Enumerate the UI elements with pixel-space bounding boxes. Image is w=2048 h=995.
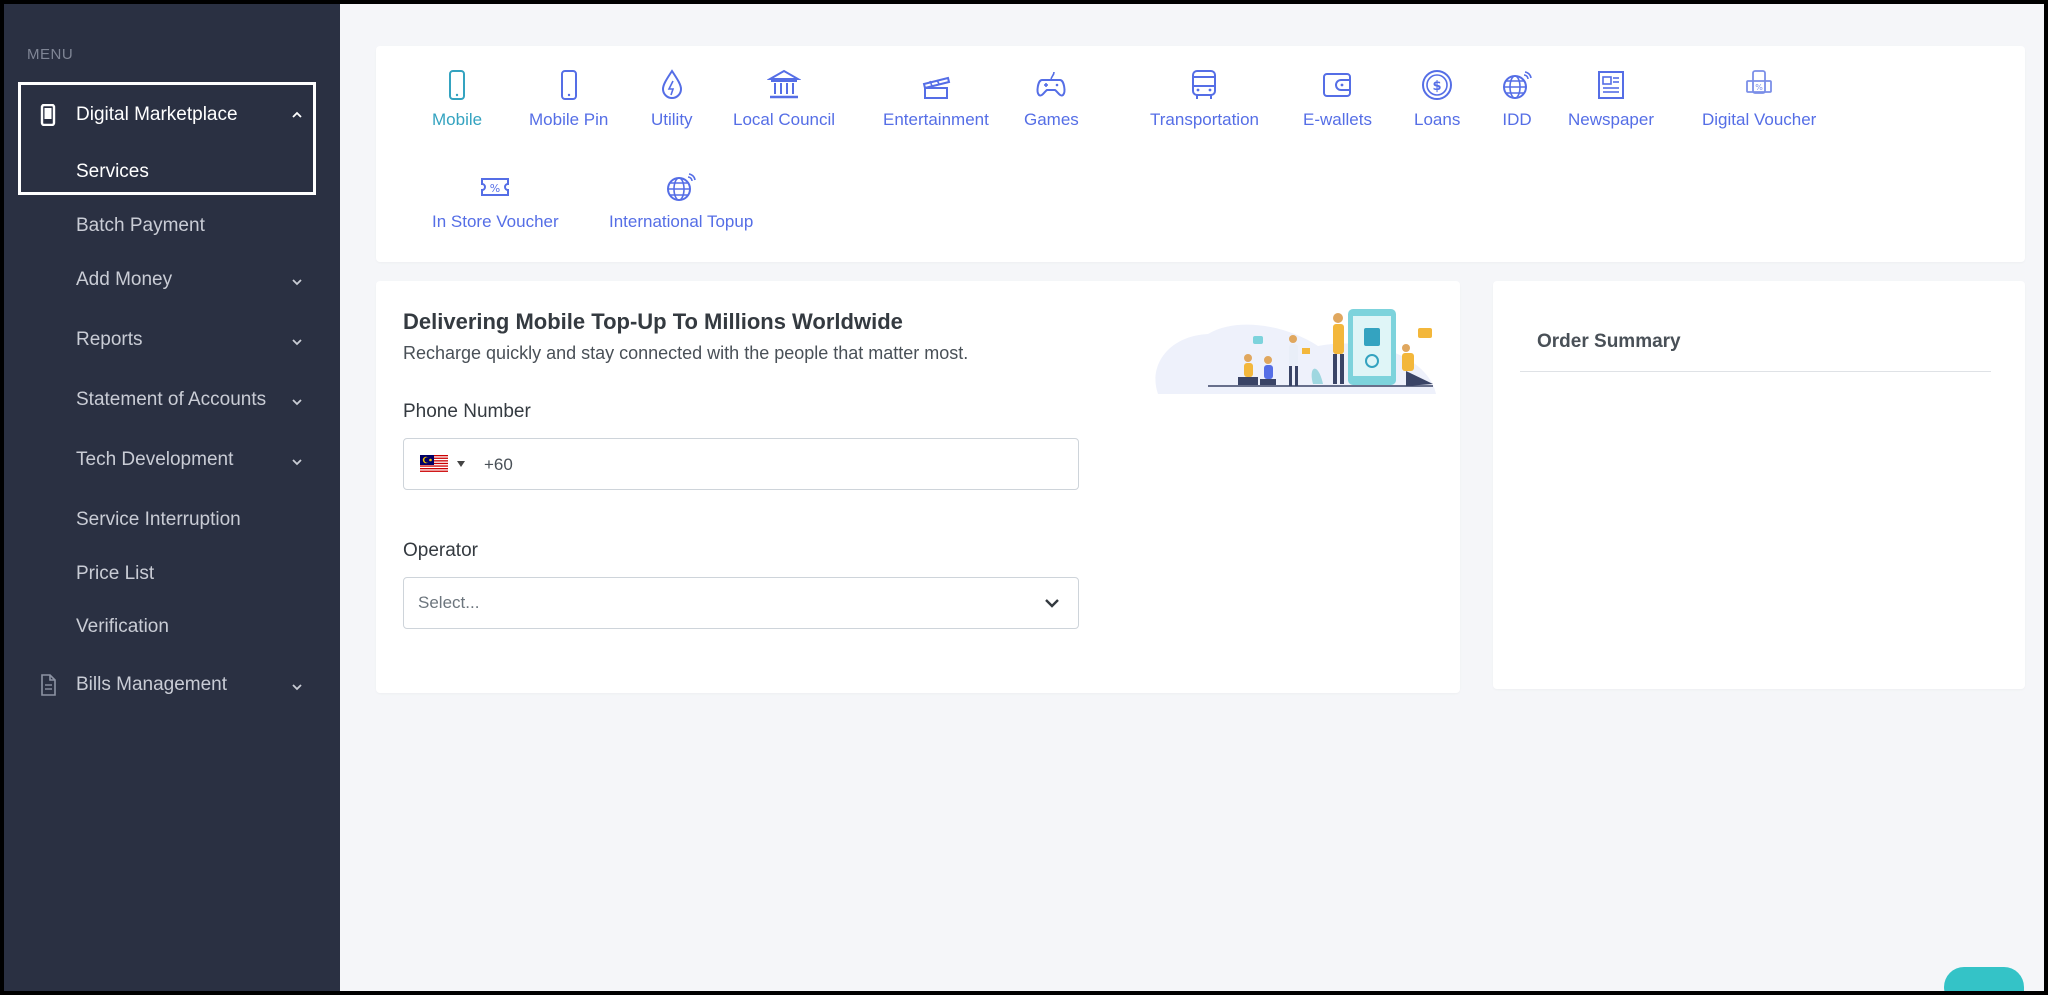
- main-content: Mobile Mobile Pin Utility Local Council …: [340, 4, 2044, 991]
- dollar-coin-icon: $: [1422, 70, 1453, 100]
- chevron-down-icon: [292, 279, 302, 286]
- app-window: MENU Digital Marketplace Services Batch …: [4, 4, 2044, 991]
- menu-title: MENU: [27, 46, 74, 63]
- newspaper-icon: [1598, 71, 1624, 99]
- service-label: Local Council: [733, 110, 836, 129]
- order-summary-title: Order Summary: [1537, 331, 1681, 352]
- service-utility[interactable]: Utility: [651, 68, 693, 130]
- sidebar-item-label: Digital Marketplace: [76, 104, 238, 125]
- chevron-down-icon: [292, 339, 302, 346]
- sidebar-item-label: Price List: [76, 563, 155, 584]
- service-games[interactable]: Games: [1024, 68, 1079, 130]
- service-digital-voucher[interactable]: % Digital Voucher: [1702, 68, 1816, 130]
- sidebar-item-digital-marketplace[interactable]: Digital Marketplace: [4, 95, 340, 135]
- chevron-down-icon: [1045, 599, 1059, 608]
- service-idd[interactable]: IDD: [1500, 68, 1534, 130]
- sidebar-item-service-interruption[interactable]: Service Interruption: [4, 500, 340, 540]
- service-local-council[interactable]: Local Council: [733, 68, 835, 130]
- svg-text:$: $: [1433, 79, 1442, 94]
- svg-text:%: %: [490, 182, 500, 195]
- entertainment-icon: [922, 76, 951, 99]
- sidebar-item-verification[interactable]: Verification: [4, 607, 340, 647]
- services-card: Mobile Mobile Pin Utility Local Council …: [376, 46, 2025, 262]
- service-label: IDD: [1502, 110, 1532, 129]
- service-label: In Store Voucher: [432, 212, 559, 231]
- wallet-icon: [1323, 73, 1352, 97]
- sidebar: MENU Digital Marketplace Services Batch …: [4, 4, 340, 991]
- sidebar-item-label: Service Interruption: [76, 509, 241, 530]
- service-label: E-wallets: [1303, 110, 1372, 129]
- chevron-down-icon: [292, 399, 302, 406]
- globe-signal-icon: [667, 173, 696, 201]
- service-newspaper[interactable]: Newspaper: [1568, 68, 1654, 130]
- service-international-topup[interactable]: International Topup: [609, 170, 753, 232]
- sidebar-item-tech-development[interactable]: Tech Development: [4, 440, 340, 480]
- service-loans[interactable]: $ Loans: [1414, 68, 1460, 130]
- service-mobile-pin[interactable]: Mobile Pin: [529, 68, 608, 130]
- sidebar-item-statement-of-accounts[interactable]: Statement of Accounts: [4, 380, 340, 420]
- sidebar-item-batch-payment[interactable]: Batch Payment: [4, 206, 340, 246]
- malaysia-flag-icon[interactable]: [420, 455, 448, 473]
- service-label: Loans: [1414, 110, 1461, 129]
- service-label: Games: [1024, 110, 1079, 129]
- globe-signal-icon: [1503, 71, 1532, 99]
- service-label: International Topup: [609, 212, 754, 231]
- sidebar-item-price-list[interactable]: Price List: [4, 554, 340, 594]
- sidebar-item-label: Batch Payment: [76, 215, 205, 236]
- phone-number-field: [403, 438, 1079, 490]
- utility-drop-icon: [661, 69, 682, 99]
- sidebar-item-label: Tech Development: [76, 449, 234, 470]
- bank-building-icon: [767, 69, 802, 99]
- bus-icon: [1192, 70, 1217, 99]
- percent-voucher-icon: %: [481, 178, 510, 196]
- phone-number-label: Phone Number: [403, 401, 531, 422]
- service-label: Mobile Pin: [529, 110, 609, 129]
- operator-label: Operator: [403, 540, 478, 561]
- sidebar-item-bills-management[interactable]: Bills Management: [4, 665, 340, 705]
- mobile-pin-icon: [560, 70, 577, 100]
- digital-voucher-icon: %: [1746, 70, 1773, 94]
- service-mobile[interactable]: Mobile: [432, 68, 482, 130]
- topup-title: Delivering Mobile Top-Up To Millions Wor…: [403, 309, 903, 334]
- chevron-up-icon: [292, 111, 302, 118]
- operator-select-placeholder: Select...: [418, 593, 480, 612]
- operator-select[interactable]: Select...: [403, 577, 1079, 629]
- country-dropdown-caret-icon[interactable]: [457, 461, 465, 467]
- chat-widget-button[interactable]: [1944, 967, 2024, 991]
- service-in-store-voucher[interactable]: % In Store Voucher: [432, 170, 559, 232]
- chevron-down-icon: [292, 459, 302, 466]
- sidebar-item-label: Bills Management: [76, 674, 228, 695]
- service-label: Entertainment: [883, 110, 989, 129]
- sidebar-item-services[interactable]: Services: [4, 152, 340, 192]
- service-label: Newspaper: [1568, 110, 1654, 129]
- sidebar-item-label: Statement of Accounts: [76, 389, 267, 410]
- mobile-icon: [449, 70, 466, 100]
- mobile-topup-card: Delivering Mobile Top-Up To Millions Wor…: [376, 281, 1460, 693]
- gamepad-icon: [1036, 71, 1066, 97]
- service-label: Mobile: [432, 110, 483, 129]
- service-label: Utility: [651, 110, 693, 129]
- topup-illustration: [1155, 309, 1436, 394]
- mobile-icon: [40, 104, 56, 126]
- service-e-wallets[interactable]: E-wallets: [1303, 68, 1372, 130]
- service-label: Transportation: [1150, 110, 1259, 129]
- sidebar-item-label: Verification: [76, 616, 169, 637]
- sidebar-item-label: Services: [76, 161, 149, 182]
- svg-text:%: %: [1755, 83, 1763, 92]
- document-icon: [41, 674, 56, 696]
- sidebar-item-label: Add Money: [76, 269, 173, 290]
- sidebar-item-reports[interactable]: Reports: [4, 320, 340, 360]
- sidebar-item-label: Reports: [76, 329, 143, 350]
- sidebar-item-add-money[interactable]: Add Money: [4, 260, 340, 300]
- topup-subtitle: Recharge quickly and stay connected with…: [403, 343, 969, 363]
- divider: [1520, 371, 1991, 372]
- phone-number-input[interactable]: [484, 451, 1044, 479]
- service-label: Digital Voucher: [1702, 110, 1817, 129]
- order-summary-card: Order Summary: [1493, 281, 2025, 689]
- chevron-down-icon: [292, 684, 302, 691]
- service-transportation[interactable]: Transportation: [1150, 68, 1259, 130]
- service-entertainment[interactable]: Entertainment: [883, 68, 989, 130]
